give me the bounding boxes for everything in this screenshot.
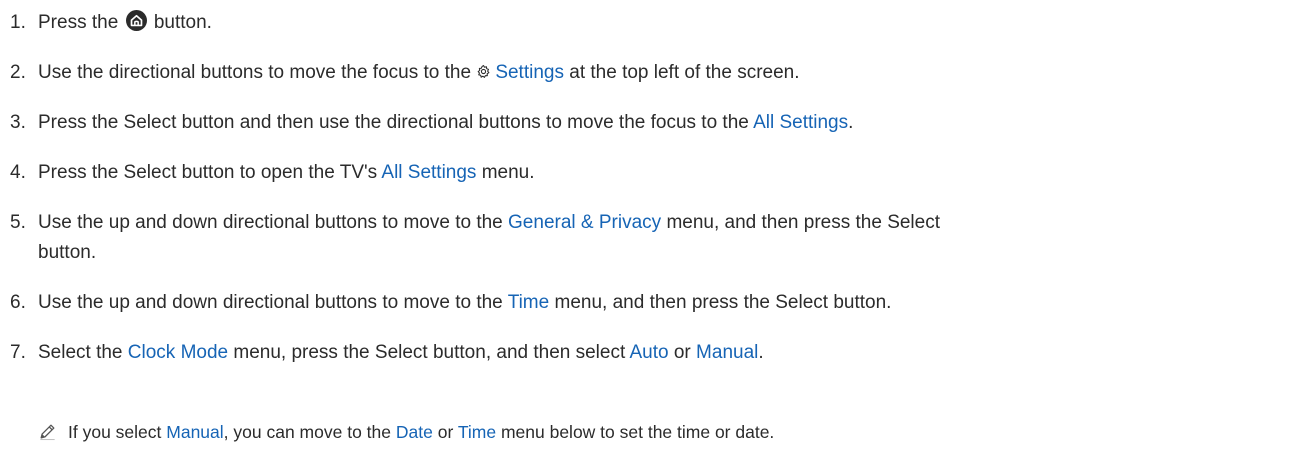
step-number: 7.	[10, 342, 26, 363]
step-text-part: Press the Select button and then use the…	[38, 112, 749, 133]
step-text: Use the up and down directional buttons …	[38, 208, 940, 238]
manual-link: Manual	[166, 422, 224, 442]
step-text-part: menu.	[481, 162, 535, 183]
note-text-part: menu below to set the time or date.	[500, 422, 775, 442]
step-number: 1.	[10, 12, 26, 33]
step-text: Use the directional buttons to move the …	[38, 58, 800, 88]
date-link: Date	[395, 422, 433, 442]
step-text-part: Use the directional buttons to move the …	[38, 62, 472, 83]
step-text-part: button.	[38, 242, 97, 263]
step-text-part: Press the Select button to open the TV's	[38, 162, 378, 183]
step-text: Select the Clock Mode menu, press the Se…	[38, 338, 764, 368]
step-text: Press the button.	[38, 8, 212, 38]
note-text-part: or	[437, 422, 454, 442]
note: If you select Manual, you can move to th…	[38, 419, 774, 445]
step-text-part: Press the	[38, 12, 119, 33]
step-text-part: Use the up and down directional buttons …	[38, 292, 503, 313]
instruction-document: 1. Press the button. 2. Use the directio…	[0, 0, 1316, 470]
general-privacy-link: General & Privacy	[508, 212, 662, 233]
step-text-part: .	[758, 342, 764, 363]
step-text-part: menu, press the Select button, and then …	[233, 342, 626, 363]
step-text: Use the up and down directional buttons …	[38, 288, 891, 318]
step-text: Press the Select button to open the TV's…	[38, 158, 535, 188]
step-text: Press the Select button and then use the…	[38, 108, 853, 138]
step-text-part: Use the up and down directional buttons …	[38, 212, 503, 233]
step-text-part: button.	[153, 12, 212, 33]
step-number: 3.	[10, 112, 26, 133]
step-number: 2.	[10, 62, 26, 83]
time-link: Time	[457, 422, 497, 442]
settings-link: Settings	[495, 62, 564, 83]
note-text-part: , you can move to the	[223, 422, 391, 442]
note-text-part: If you select	[68, 422, 162, 442]
step-text-part: Select the	[38, 342, 123, 363]
step-text-part: or	[673, 342, 691, 363]
step-text-part: at the top left of the screen.	[569, 62, 800, 83]
manual-link: Manual	[696, 342, 759, 363]
all-settings-link: All Settings	[753, 112, 849, 133]
all-settings-link: All Settings	[381, 162, 477, 183]
step-text-part: .	[848, 112, 854, 133]
time-link: Time	[507, 292, 550, 313]
auto-link: Auto	[629, 342, 669, 363]
clock-mode-link: Clock Mode	[127, 342, 229, 363]
step-text-part: menu, and then press the Select button.	[554, 292, 892, 313]
step-text-part: menu, and then press the Select	[666, 212, 940, 233]
pencil-icon	[40, 424, 55, 441]
step-number: 4.	[10, 162, 26, 183]
gear-icon	[477, 65, 490, 78]
step-number: 6.	[10, 292, 26, 313]
step-number: 5.	[10, 212, 26, 233]
home-icon	[125, 10, 147, 31]
